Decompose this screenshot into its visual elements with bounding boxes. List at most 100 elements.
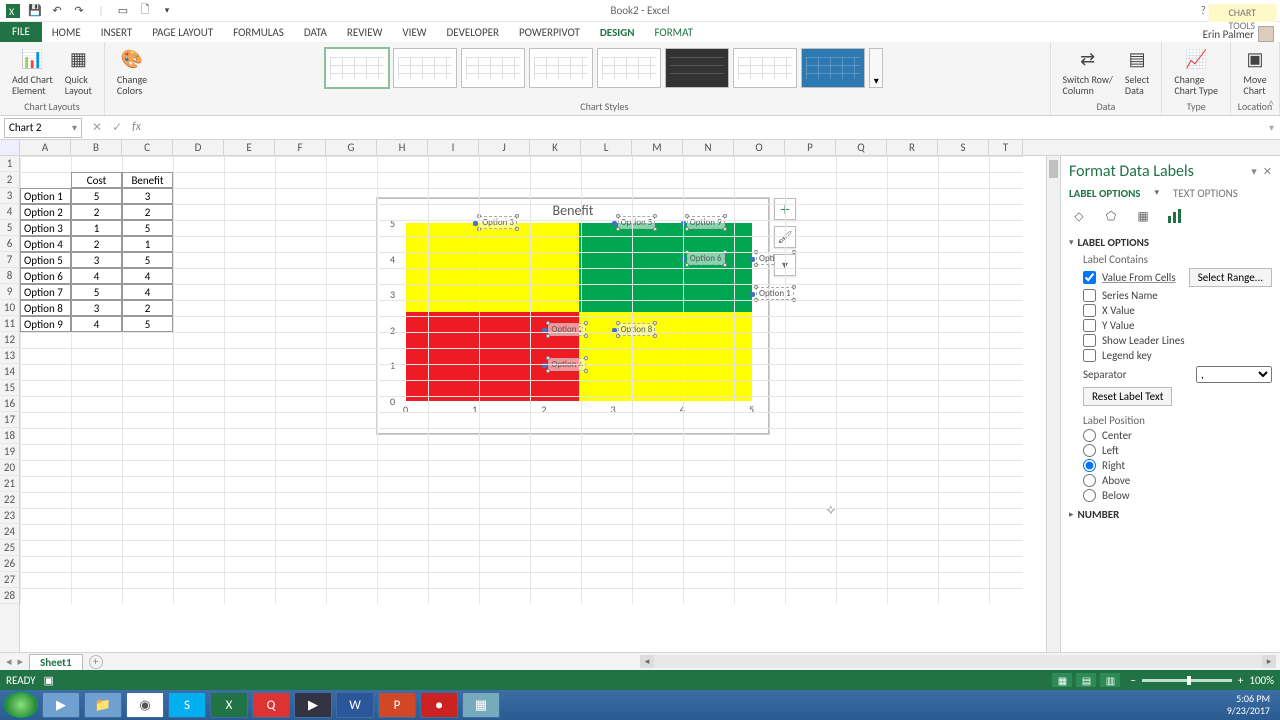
tab-format[interactable]: FORMAT <box>644 22 702 42</box>
taskbar-app-rec[interactable]: ● <box>420 692 458 718</box>
macro-record-icon[interactable]: ▣ <box>44 674 54 687</box>
fx-icon[interactable]: fx <box>132 120 141 135</box>
col-header-G[interactable]: G <box>326 140 377 155</box>
select-range-button[interactable]: Select Range... <box>1189 268 1272 287</box>
label-options-icon[interactable] <box>1165 206 1185 226</box>
taskbar-skype[interactable]: S <box>168 692 206 718</box>
tab-insert[interactable]: INSERT <box>91 22 143 42</box>
col-header-B[interactable]: B <box>71 140 122 155</box>
row-header-23[interactable]: 23 <box>0 508 19 524</box>
chart-elements-button[interactable]: ＋ <box>774 198 796 220</box>
expand-formula-icon[interactable]: ▾ <box>1269 121 1274 134</box>
sheet-tab-1[interactable]: Sheet1 <box>29 654 83 670</box>
cell-B10[interactable]: 3 <box>71 300 122 316</box>
taskbar-app-play[interactable]: ▶ <box>294 692 332 718</box>
style-2[interactable] <box>393 48 457 88</box>
style-8[interactable] <box>801 48 865 88</box>
row-header-12[interactable]: 12 <box>0 332 19 348</box>
row-header-6[interactable]: 6 <box>0 236 19 252</box>
col-header-J[interactable]: J <box>479 140 530 155</box>
print-preview-icon[interactable]: 🗋 <box>138 4 152 18</box>
row-header-28[interactable]: 28 <box>0 588 19 604</box>
row-header-9[interactable]: 9 <box>0 284 19 300</box>
col-header-T[interactable]: T <box>989 140 1023 155</box>
effects-icon[interactable]: ⬠ <box>1101 206 1121 226</box>
chk-value-from-cells[interactable]: Value From Cells Select Range... <box>1083 268 1272 287</box>
cell-A6[interactable]: Option 4 <box>20 236 71 252</box>
row-header-13[interactable]: 13 <box>0 348 19 364</box>
row-header-19[interactable]: 19 <box>0 444 19 460</box>
save-icon[interactable]: 💾 <box>28 4 42 18</box>
point-option-8[interactable] <box>612 328 617 333</box>
row-header-20[interactable]: 20 <box>0 460 19 476</box>
cell-A11[interactable]: Option 9 <box>20 316 71 332</box>
data-label-option-8[interactable]: Option 8 <box>618 323 656 336</box>
point-option-9[interactable] <box>681 221 686 226</box>
change-colors-button[interactable]: 🎨Change Colors <box>113 46 151 98</box>
cell-C5[interactable]: 5 <box>122 220 173 236</box>
row-header-14[interactable]: 14 <box>0 364 19 380</box>
row-header-5[interactable]: 5 <box>0 220 19 236</box>
cell-C3[interactable]: 3 <box>122 188 173 204</box>
style-6[interactable] <box>665 48 729 88</box>
scroll-right-icon[interactable]: ▸ <box>1262 655 1276 668</box>
cell-B5[interactable]: 1 <box>71 220 122 236</box>
name-box[interactable]: Chart 2▾ <box>4 118 82 138</box>
style-4[interactable] <box>529 48 593 88</box>
row-header-10[interactable]: 10 <box>0 300 19 316</box>
col-header-D[interactable]: D <box>173 140 224 155</box>
row-header-17[interactable]: 17 <box>0 412 19 428</box>
accept-formula-icon[interactable]: ✓ <box>112 120 122 135</box>
col-header-S[interactable]: S <box>938 140 989 155</box>
add-sheet-button[interactable]: + <box>89 655 103 669</box>
section-title[interactable]: ▾LABEL OPTIONS <box>1069 236 1272 249</box>
cell-C11[interactable]: 5 <box>122 316 173 332</box>
row-header-11[interactable]: 11 <box>0 316 19 332</box>
chart-object[interactable]: Benefit Option 1Option 2Option 3Option 4… <box>377 198 769 434</box>
row-header-27[interactable]: 27 <box>0 572 19 588</box>
taskbar-app-misc[interactable]: ▦ <box>462 692 500 718</box>
point-option-2[interactable] <box>542 328 547 333</box>
chk-show-leader[interactable]: Show Leader Lines <box>1083 334 1272 347</box>
cell-A4[interactable]: Option 2 <box>20 204 71 220</box>
point-option-7[interactable] <box>750 257 755 262</box>
cell-A3[interactable]: Option 1 <box>20 188 71 204</box>
col-header-H[interactable]: H <box>377 140 428 155</box>
style-5[interactable] <box>597 48 661 88</box>
normal-view-icon[interactable]: ▦ <box>1052 673 1072 687</box>
col-header-E[interactable]: E <box>224 140 275 155</box>
point-option-6[interactable] <box>681 257 686 262</box>
style-1[interactable] <box>325 48 389 88</box>
rad-center[interactable]: Center <box>1083 429 1272 442</box>
cell-C7[interactable]: 5 <box>122 252 173 268</box>
redo-icon[interactable]: ↷ <box>72 4 86 18</box>
rad-left[interactable]: Left <box>1083 444 1272 457</box>
taskbar-word[interactable]: W <box>336 692 374 718</box>
horizontal-scrollbar[interactable]: ◂ ▸ <box>640 655 1276 668</box>
row-header-3[interactable]: 3 <box>0 188 19 204</box>
cell-B2[interactable]: Cost <box>71 172 122 188</box>
chart-styles-button[interactable]: 🖌 <box>774 226 796 248</box>
quick-layout-button[interactable]: ▦Quick Layout <box>61 46 96 98</box>
tab-formulas[interactable]: FORMULAS <box>223 22 294 42</box>
row-header-18[interactable]: 18 <box>0 428 19 444</box>
tab-file[interactable]: FILE <box>0 21 42 42</box>
worksheet-area[interactable]: 1234567891011121314151617181920212223242… <box>0 156 1060 652</box>
col-header-K[interactable]: K <box>530 140 581 155</box>
data-label-option-2[interactable]: Option 2 <box>548 323 586 336</box>
taskbar-powerpoint[interactable]: P <box>378 692 416 718</box>
collapse-ribbon-icon[interactable]: ^ <box>1269 98 1274 111</box>
row-header-2[interactable]: 2 <box>0 172 19 188</box>
cell-B6[interactable]: 2 <box>71 236 122 252</box>
cell-A5[interactable]: Option 3 <box>20 220 71 236</box>
styles-more-button[interactable]: ▾ <box>869 48 883 88</box>
tab-powerpivot[interactable]: POWERPIVOT <box>509 22 590 42</box>
tab-page-layout[interactable]: PAGE LAYOUT <box>142 22 223 42</box>
change-chart-type-button[interactable]: 📈Change Chart Type <box>1170 46 1222 98</box>
data-label-option-3[interactable]: Option 3 <box>479 216 517 229</box>
cell-A8[interactable]: Option 6 <box>20 268 71 284</box>
data-label-option-6[interactable]: Option 6 <box>687 252 725 265</box>
plot-area[interactable]: Option 1Option 2Option 3Option 4Option 5… <box>406 223 752 401</box>
zoom-value[interactable]: 100% <box>1249 674 1274 687</box>
style-7[interactable] <box>733 48 797 88</box>
